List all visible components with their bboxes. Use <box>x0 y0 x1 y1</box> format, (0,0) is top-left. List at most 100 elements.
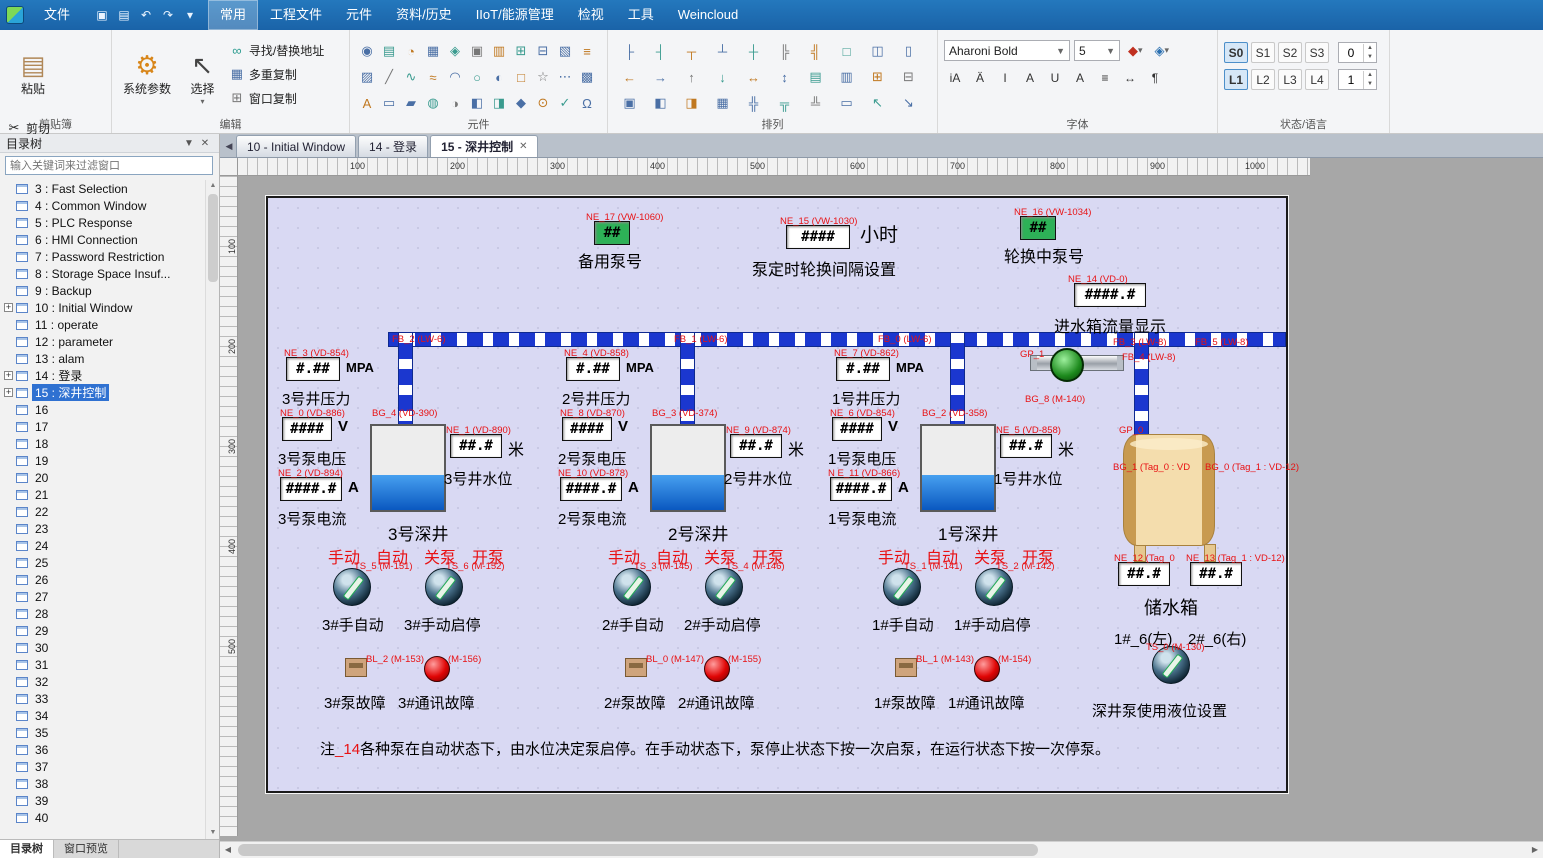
arrange-icon[interactable]: ↕ <box>769 64 800 90</box>
component-icon[interactable]: ▣ <box>466 38 488 64</box>
comm-fault-indicator[interactable] <box>424 656 450 682</box>
unit-label[interactable]: A <box>898 479 909 496</box>
state-button[interactable]: S0 <box>1224 42 1248 63</box>
tree-item[interactable]: 38 <box>0 775 219 792</box>
component-icon[interactable]: ○ <box>466 64 488 90</box>
menu-tab[interactable]: 检视 <box>566 0 616 30</box>
font-style-button[interactable]: U <box>1044 67 1066 88</box>
arrange-icon[interactable]: ├ <box>614 38 645 64</box>
expander-icon[interactable] <box>4 388 13 397</box>
arrange-icon[interactable]: ▣ <box>614 90 645 116</box>
tree-item[interactable]: 36 <box>0 741 219 758</box>
tree-item[interactable]: 14 : 登录 <box>0 367 219 384</box>
panel-tab[interactable]: 目录树 <box>0 840 54 858</box>
numeric-display[interactable]: ## <box>1020 216 1056 240</box>
text-object[interactable]: 2号井水位 <box>724 468 792 489</box>
arrange-icon[interactable]: ↔ <box>738 64 769 90</box>
component-icon[interactable]: ◍ <box>422 90 444 116</box>
unit-label[interactable]: 米 <box>1058 436 1074 460</box>
tree-item[interactable]: 12 : parameter <box>0 333 219 350</box>
tree-item[interactable]: 6 : HMI Connection <box>0 231 219 248</box>
well-name-label[interactable]: 1号深井 <box>938 520 998 545</box>
font-style-button[interactable]: Ä <box>969 67 991 88</box>
tree-item[interactable]: 35 <box>0 724 219 741</box>
tree-item[interactable]: 30 <box>0 639 219 656</box>
arrange-icon[interactable]: ╠ <box>769 38 800 64</box>
comm-fault-indicator[interactable] <box>974 656 1000 682</box>
component-icon[interactable]: ≡ <box>576 38 598 64</box>
numeric-display[interactable]: #### <box>832 417 882 441</box>
menu-tab[interactable]: IIoT/能源管理 <box>464 0 566 30</box>
spin-down-icon[interactable]: ▼ <box>1364 53 1376 62</box>
arrange-icon[interactable]: ↓ <box>707 64 738 90</box>
pump-fault-indicator[interactable] <box>625 658 647 677</box>
numeric-display[interactable]: ##.# <box>450 434 502 458</box>
panel-tab[interactable]: 窗口预览 <box>54 840 119 858</box>
menu-tab[interactable]: 常用 <box>208 0 258 30</box>
font-family-select[interactable]: Aharoni Bold ▼ <box>944 40 1070 61</box>
component-icon[interactable]: ≈ <box>422 64 444 90</box>
spin-down-icon[interactable]: ▼ <box>1364 80 1376 89</box>
tree-item[interactable]: 16 <box>0 401 219 418</box>
component-icon[interactable]: Ω <box>576 90 598 116</box>
tree-item[interactable]: 15 : 深井控制 <box>0 384 219 401</box>
arrange-icon[interactable]: ⊞ <box>862 64 893 90</box>
well-name-label[interactable]: 2号深井 <box>668 520 728 545</box>
document-tab[interactable]: 15 - 深井控制 ✕ <box>430 135 538 157</box>
arrange-icon[interactable]: ↖ <box>862 90 893 116</box>
multi-copy-button[interactable]: ▦ 多重复制 <box>229 64 324 84</box>
component-icon[interactable]: ▭ <box>378 90 400 116</box>
numeric-input[interactable]: #### <box>786 225 850 249</box>
tab-scroll-left-icon[interactable]: ◀ <box>222 135 236 157</box>
select-button[interactable]: ↖ 选择 ▾ <box>180 39 224 117</box>
arrange-icon[interactable]: ┴ <box>707 38 738 64</box>
menu-tab[interactable]: 工具 <box>616 0 666 30</box>
text-object[interactable]: 2#手动启停 <box>684 614 761 635</box>
text-object[interactable]: 3号泵电流 <box>278 508 346 529</box>
component-icon[interactable]: ▦ <box>422 38 444 64</box>
text-object[interactable]: 1号井水位 <box>994 468 1062 489</box>
component-icon[interactable]: ▩ <box>576 64 598 90</box>
arrange-icon[interactable]: ╩ <box>800 90 831 116</box>
arrange-icon[interactable]: ╬ <box>738 90 769 116</box>
component-icon[interactable]: ▰ <box>400 90 422 116</box>
storage-tank[interactable] <box>1123 434 1215 546</box>
component-icon[interactable]: ⊞ <box>510 38 532 64</box>
arrange-icon[interactable]: ▭ <box>831 90 862 116</box>
menu-tab[interactable]: Weincloud <box>666 0 750 30</box>
text-object[interactable]: 1#通讯故障 <box>948 692 1025 713</box>
highlight-color-button[interactable]: ◈ ▾ <box>1151 40 1174 61</box>
close-icon[interactable]: ✕ <box>197 138 213 149</box>
start-stop-toggle-switch[interactable] <box>705 568 743 606</box>
component-icon[interactable]: ◐ <box>488 64 510 90</box>
tree-item[interactable]: 24 <box>0 537 219 554</box>
arrange-icon[interactable]: ┤ <box>645 38 676 64</box>
scroll-right-icon[interactable]: ▶ <box>1527 842 1543 858</box>
component-icon[interactable]: ◉ <box>356 38 378 64</box>
scrollbar-thumb[interactable] <box>208 194 218 282</box>
numeric-display[interactable]: ##.# <box>1190 562 1242 586</box>
tree-item[interactable]: 28 <box>0 605 219 622</box>
menu-tab[interactable]: 元件 <box>334 0 384 30</box>
state-button[interactable]: S1 <box>1251 42 1275 63</box>
tree-item[interactable]: 17 <box>0 418 219 435</box>
tree-item[interactable]: 33 <box>0 690 219 707</box>
find-replace-address-button[interactable]: ∞ 寻找/替换地址 <box>229 40 324 60</box>
tree-item[interactable]: 4 : Common Window <box>0 197 219 214</box>
component-icon[interactable]: ◠ <box>444 64 466 90</box>
manual-auto-toggle-switch[interactable] <box>333 568 371 606</box>
paste-button[interactable]: ▤ 粘贴 <box>6 34 60 112</box>
tree-item[interactable]: 23 <box>0 520 219 537</box>
arrange-icon[interactable]: ◧ <box>645 90 676 116</box>
start-stop-toggle-switch[interactable] <box>425 568 463 606</box>
unit-label[interactable]: MPA <box>896 360 924 375</box>
unit-label[interactable]: V <box>618 418 628 435</box>
tree-item[interactable]: 27 <box>0 588 219 605</box>
arrange-icon[interactable]: ╦ <box>769 90 800 116</box>
arrange-icon[interactable]: ▤ <box>800 64 831 90</box>
qat-icon[interactable]: ▾ <box>180 5 200 25</box>
pump-fault-indicator[interactable] <box>895 658 917 677</box>
component-icon[interactable]: ╱ <box>378 64 400 90</box>
numeric-display[interactable]: #.## <box>566 357 620 381</box>
note-text[interactable]: 注_14各种泵在自动状态下，由水位决定泵启停。在手动状态下，泵停止状态下按一次启… <box>320 738 1110 759</box>
